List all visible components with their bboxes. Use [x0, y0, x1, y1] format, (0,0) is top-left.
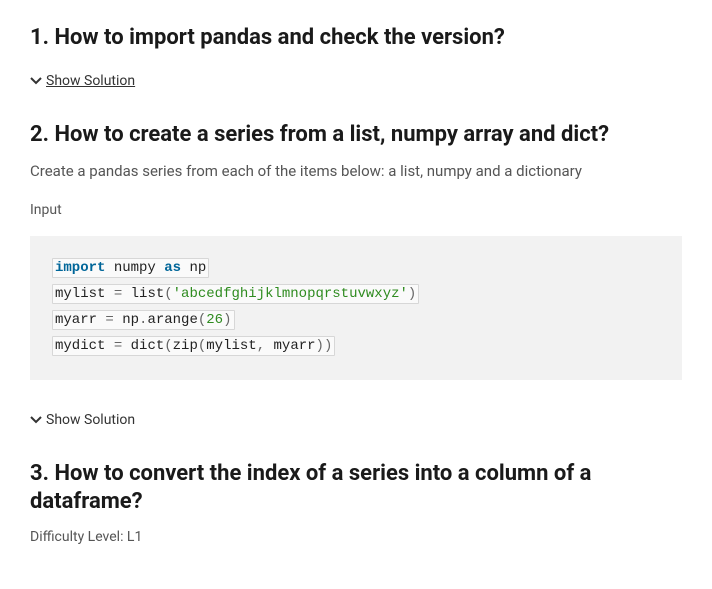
code-token: mylist [206, 338, 256, 354]
code-line-3: myarr = np.arange(26) [52, 308, 660, 334]
code-token: zip [173, 338, 198, 354]
code-token: 'abcedfghijklmnopqrstuvwxyz' [173, 286, 408, 302]
code-token: import [55, 260, 105, 276]
code-token: 26 [206, 312, 223, 328]
code-token: ) [408, 286, 416, 302]
code-token: ) [316, 338, 324, 354]
question-2-heading: 2. How to create a series from a list, n… [30, 121, 682, 150]
code-token: as [164, 260, 181, 276]
chevron-down-icon [30, 414, 42, 426]
code-token [265, 338, 273, 354]
code-line-4: mydict = dict(zip(mylist, myarr)) [52, 334, 660, 360]
code-token: = [105, 312, 113, 328]
code-token: ) [324, 338, 332, 354]
code-token: ( [164, 338, 172, 354]
article-body: 1. How to import pandas and check the ve… [0, 24, 712, 589]
code-token: = [114, 286, 122, 302]
difficulty-label: Difficulty Level: L1 [30, 529, 682, 545]
question-1-heading: 1. How to import pandas and check the ve… [30, 24, 682, 53]
code-line-1: import numpy as np [52, 256, 660, 282]
code-token: np [122, 312, 139, 328]
code-token: myarr [55, 312, 97, 328]
show-solution-toggle-1[interactable]: Show Solution [30, 73, 135, 89]
code-token: ) [223, 312, 231, 328]
code-token: arange [147, 312, 197, 328]
code-token: ( [164, 286, 172, 302]
code-token: myarr [274, 338, 316, 354]
code-token: np [189, 260, 206, 276]
question-2-desc: Create a pandas series from each of the … [30, 161, 682, 182]
code-token: mylist [55, 286, 105, 302]
question-3-heading: 3. How to convert the index of a series … [30, 460, 682, 517]
code-token: dict [131, 338, 165, 354]
code-token: , [257, 338, 265, 354]
code-block: import numpy as np mylist = list('abcedf… [30, 236, 682, 380]
code-token: mydict [55, 338, 105, 354]
code-token: list [131, 286, 165, 302]
show-solution-label: Show Solution [46, 412, 135, 428]
code-token: numpy [114, 260, 156, 276]
show-solution-label: Show Solution [46, 73, 135, 89]
chevron-down-icon [30, 75, 42, 87]
code-token: = [114, 338, 122, 354]
input-label: Input [30, 202, 682, 218]
code-line-2: mylist = list('abcedfghijklmnopqrstuvwxy… [52, 282, 660, 308]
show-solution-toggle-2[interactable]: Show Solution [30, 412, 135, 428]
